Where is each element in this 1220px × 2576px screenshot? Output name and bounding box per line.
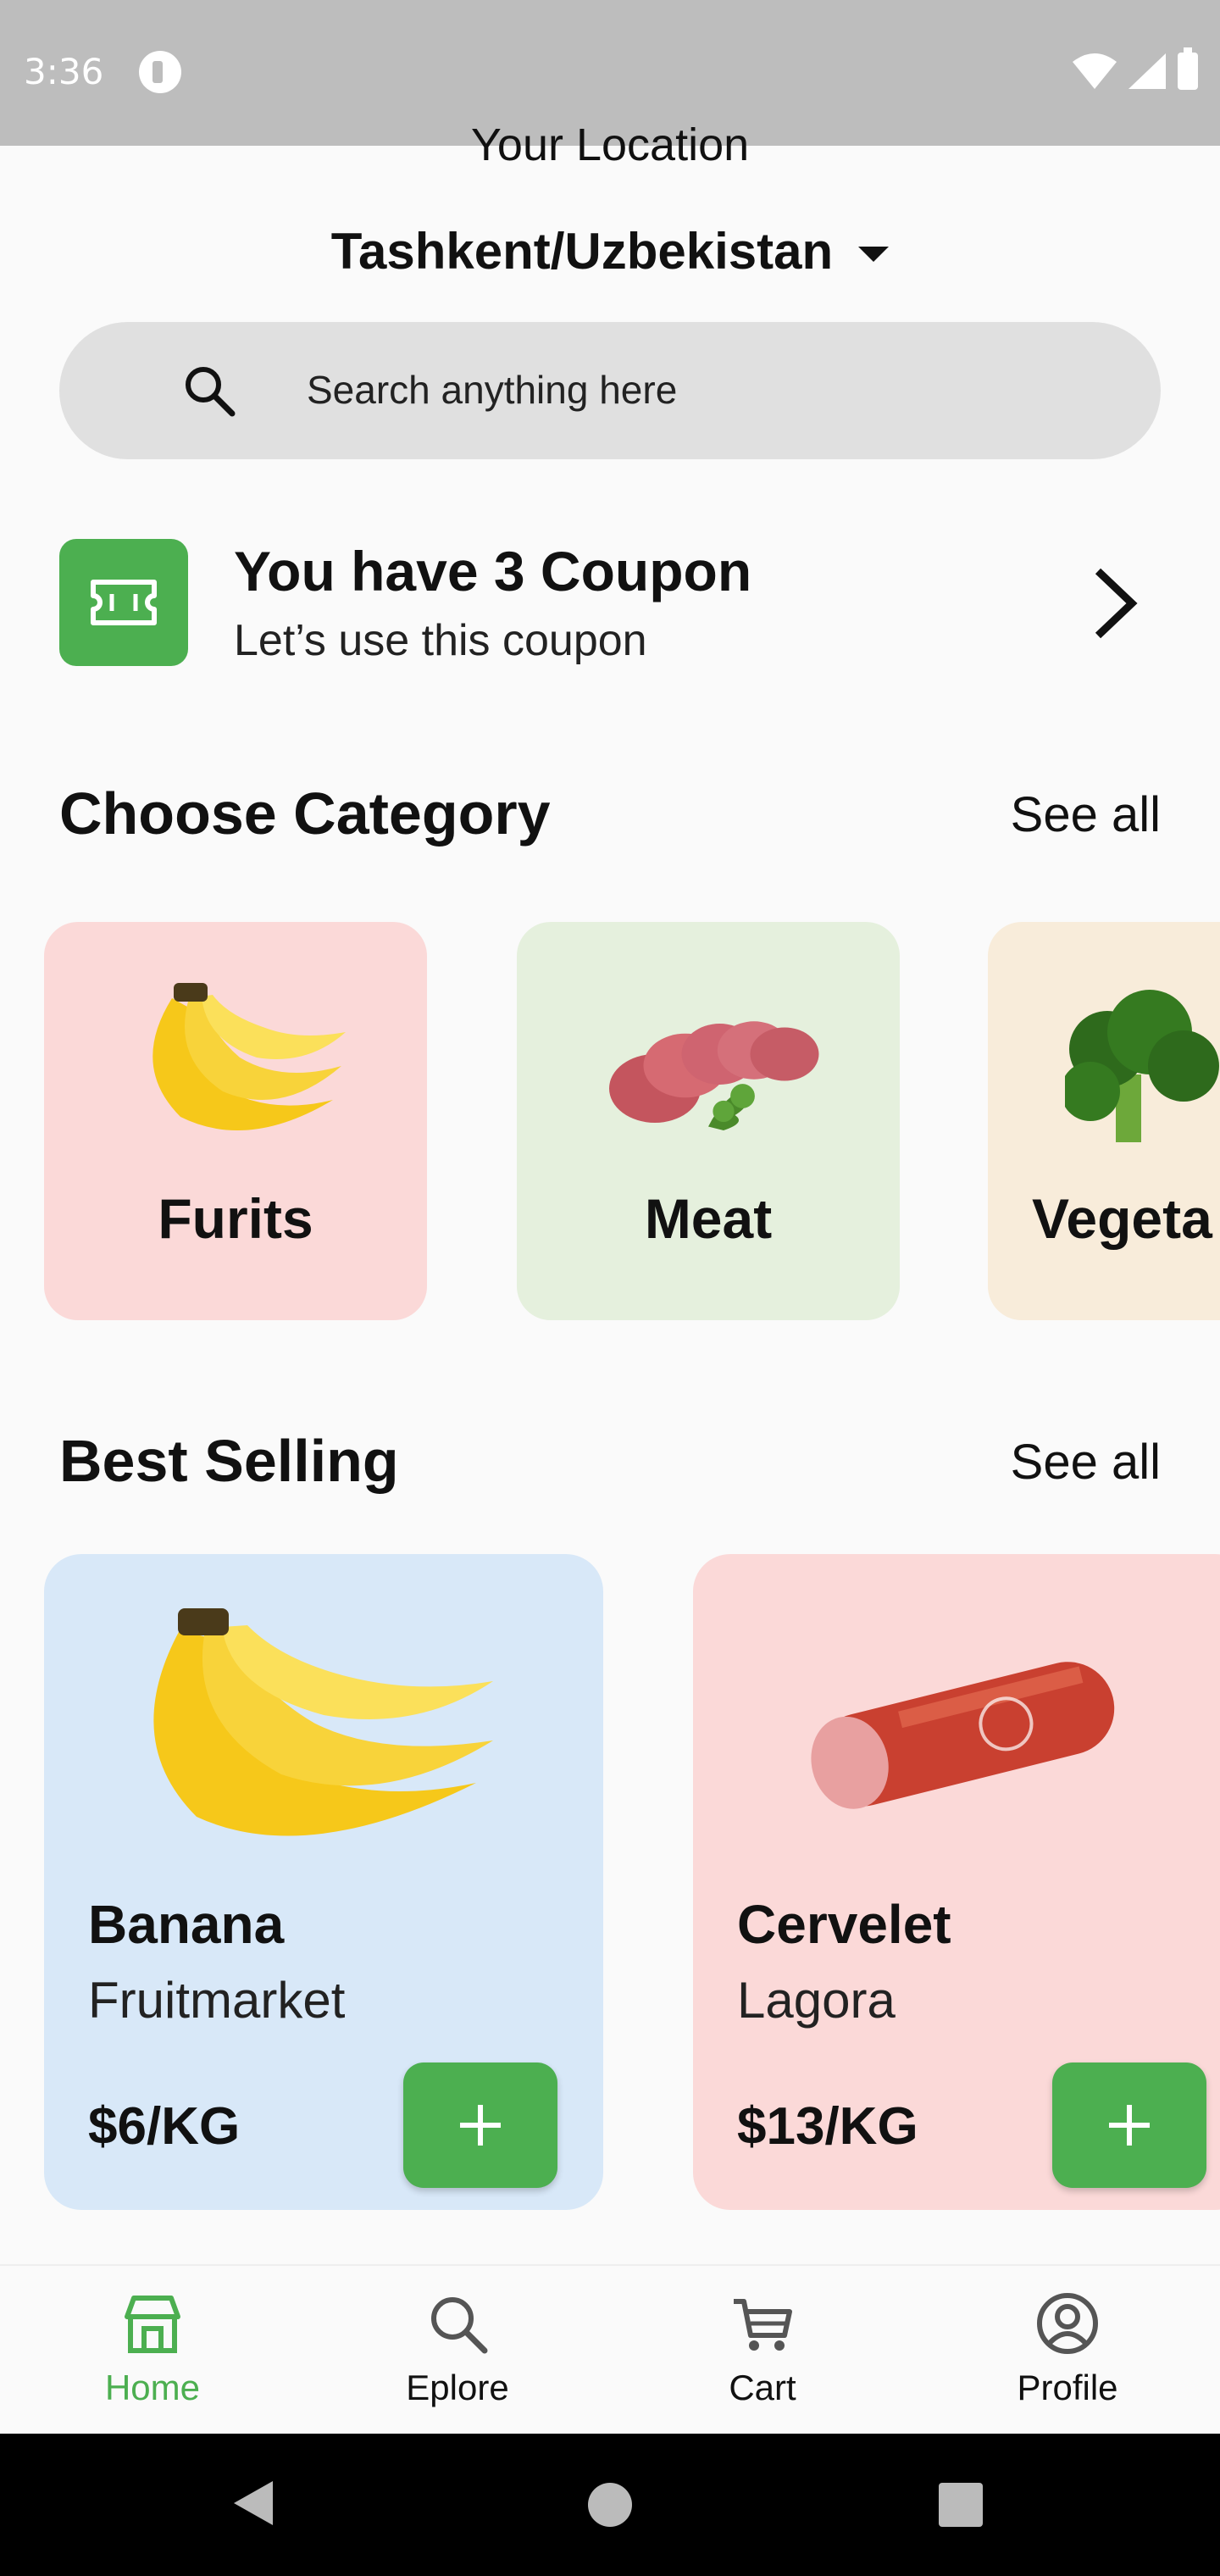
product-name: Cervelet [737, 1894, 951, 1955]
add-to-cart-button[interactable] [403, 2062, 557, 2188]
product-vendor: Fruitmarket [88, 1972, 346, 2029]
nav-profile-label: Profile [1017, 2368, 1118, 2407]
app-notification-icon [139, 51, 181, 93]
app-screen: 3:36 Your Location Tashkent/Uzbekistan S… [0, 0, 1220, 2576]
add-to-cart-button[interactable] [1052, 2062, 1206, 2188]
bottom-navigation: Home Eplore Cart Profile [0, 2264, 1220, 2434]
plus-icon [1109, 2105, 1150, 2146]
category-card-fruits[interactable]: Furits [44, 922, 427, 1320]
wifi-icon [1073, 53, 1117, 89]
status-icons [1073, 47, 1198, 90]
nav-cart[interactable]: Cart [661, 2291, 864, 2427]
store-icon [125, 2296, 180, 2353]
banana-image [153, 1608, 493, 1836]
cart-icon [734, 2299, 792, 2351]
product-price: $13/KG [737, 2097, 918, 2156]
search-input[interactable] [307, 356, 1069, 424]
battery-icon [1178, 47, 1198, 90]
recents-icon[interactable] [939, 2483, 983, 2527]
coupon-banner[interactable]: You have 3 Coupon Let’s use this coupon [59, 539, 1161, 666]
category-section-title: Choose Category [59, 780, 551, 847]
nav-explore-label: Eplore [406, 2368, 509, 2407]
profile-icon [1037, 2293, 1098, 2354]
product-card-banana[interactable]: Banana Fruitmarket $6/KG [44, 1554, 603, 2210]
banana-image [152, 983, 346, 1130]
product-name: Banana [88, 1894, 285, 1955]
best-selling-see-all-link[interactable]: See all [1011, 1434, 1161, 1491]
system-navigation-bar [0, 2434, 1220, 2576]
coupon-title: You have 3 Coupon [234, 540, 752, 602]
nav-home-label: Home [104, 2368, 201, 2407]
back-icon[interactable] [234, 2481, 273, 2525]
best-selling-section-title: Best Selling [59, 1428, 399, 1494]
signal-icon [1128, 53, 1166, 89]
search-icon [431, 2297, 488, 2354]
search-bar[interactable] [59, 322, 1161, 459]
location-label: Your Location [470, 119, 750, 170]
ticket-icon [91, 580, 157, 625]
caret-down-icon[interactable] [858, 246, 890, 262]
nav-home[interactable]: Home [51, 2291, 254, 2427]
status-time: 3:36 [24, 51, 104, 92]
location-value: Tashkent/Uzbekistan [330, 223, 834, 280]
sausage-image [811, 1662, 1115, 1809]
broccoli-image [1065, 990, 1219, 1142]
search-icon [186, 367, 236, 417]
category-label: Vegeta [1032, 1187, 1212, 1250]
nav-explore[interactable]: Eplore [356, 2291, 559, 2427]
nav-profile[interactable]: Profile [966, 2291, 1169, 2427]
meat-image [609, 1021, 819, 1130]
category-card-vegetables[interactable]: Vegeta [988, 922, 1220, 1320]
product-vendor: Lagora [737, 1972, 896, 2029]
product-price: $6/KG [88, 2097, 241, 2156]
coupon-icon-tile [59, 539, 188, 666]
category-label: Meat [644, 1187, 773, 1250]
coupon-subtitle: Let’s use this coupon [234, 616, 647, 665]
product-card-cervelet[interactable]: Cervelet Lagora $13/KG [693, 1554, 1220, 2210]
category-card-meat[interactable]: Meat [517, 922, 900, 1320]
category-see-all-link[interactable]: See all [1011, 786, 1161, 843]
location-selector[interactable]: Tashkent/Uzbekistan [0, 222, 1220, 280]
home-circle-icon[interactable] [588, 2483, 632, 2527]
chevron-right-icon[interactable] [1090, 566, 1140, 641]
category-label: Furits [158, 1187, 313, 1250]
plus-icon [460, 2105, 501, 2146]
nav-cart-label: Cart [729, 2368, 796, 2407]
